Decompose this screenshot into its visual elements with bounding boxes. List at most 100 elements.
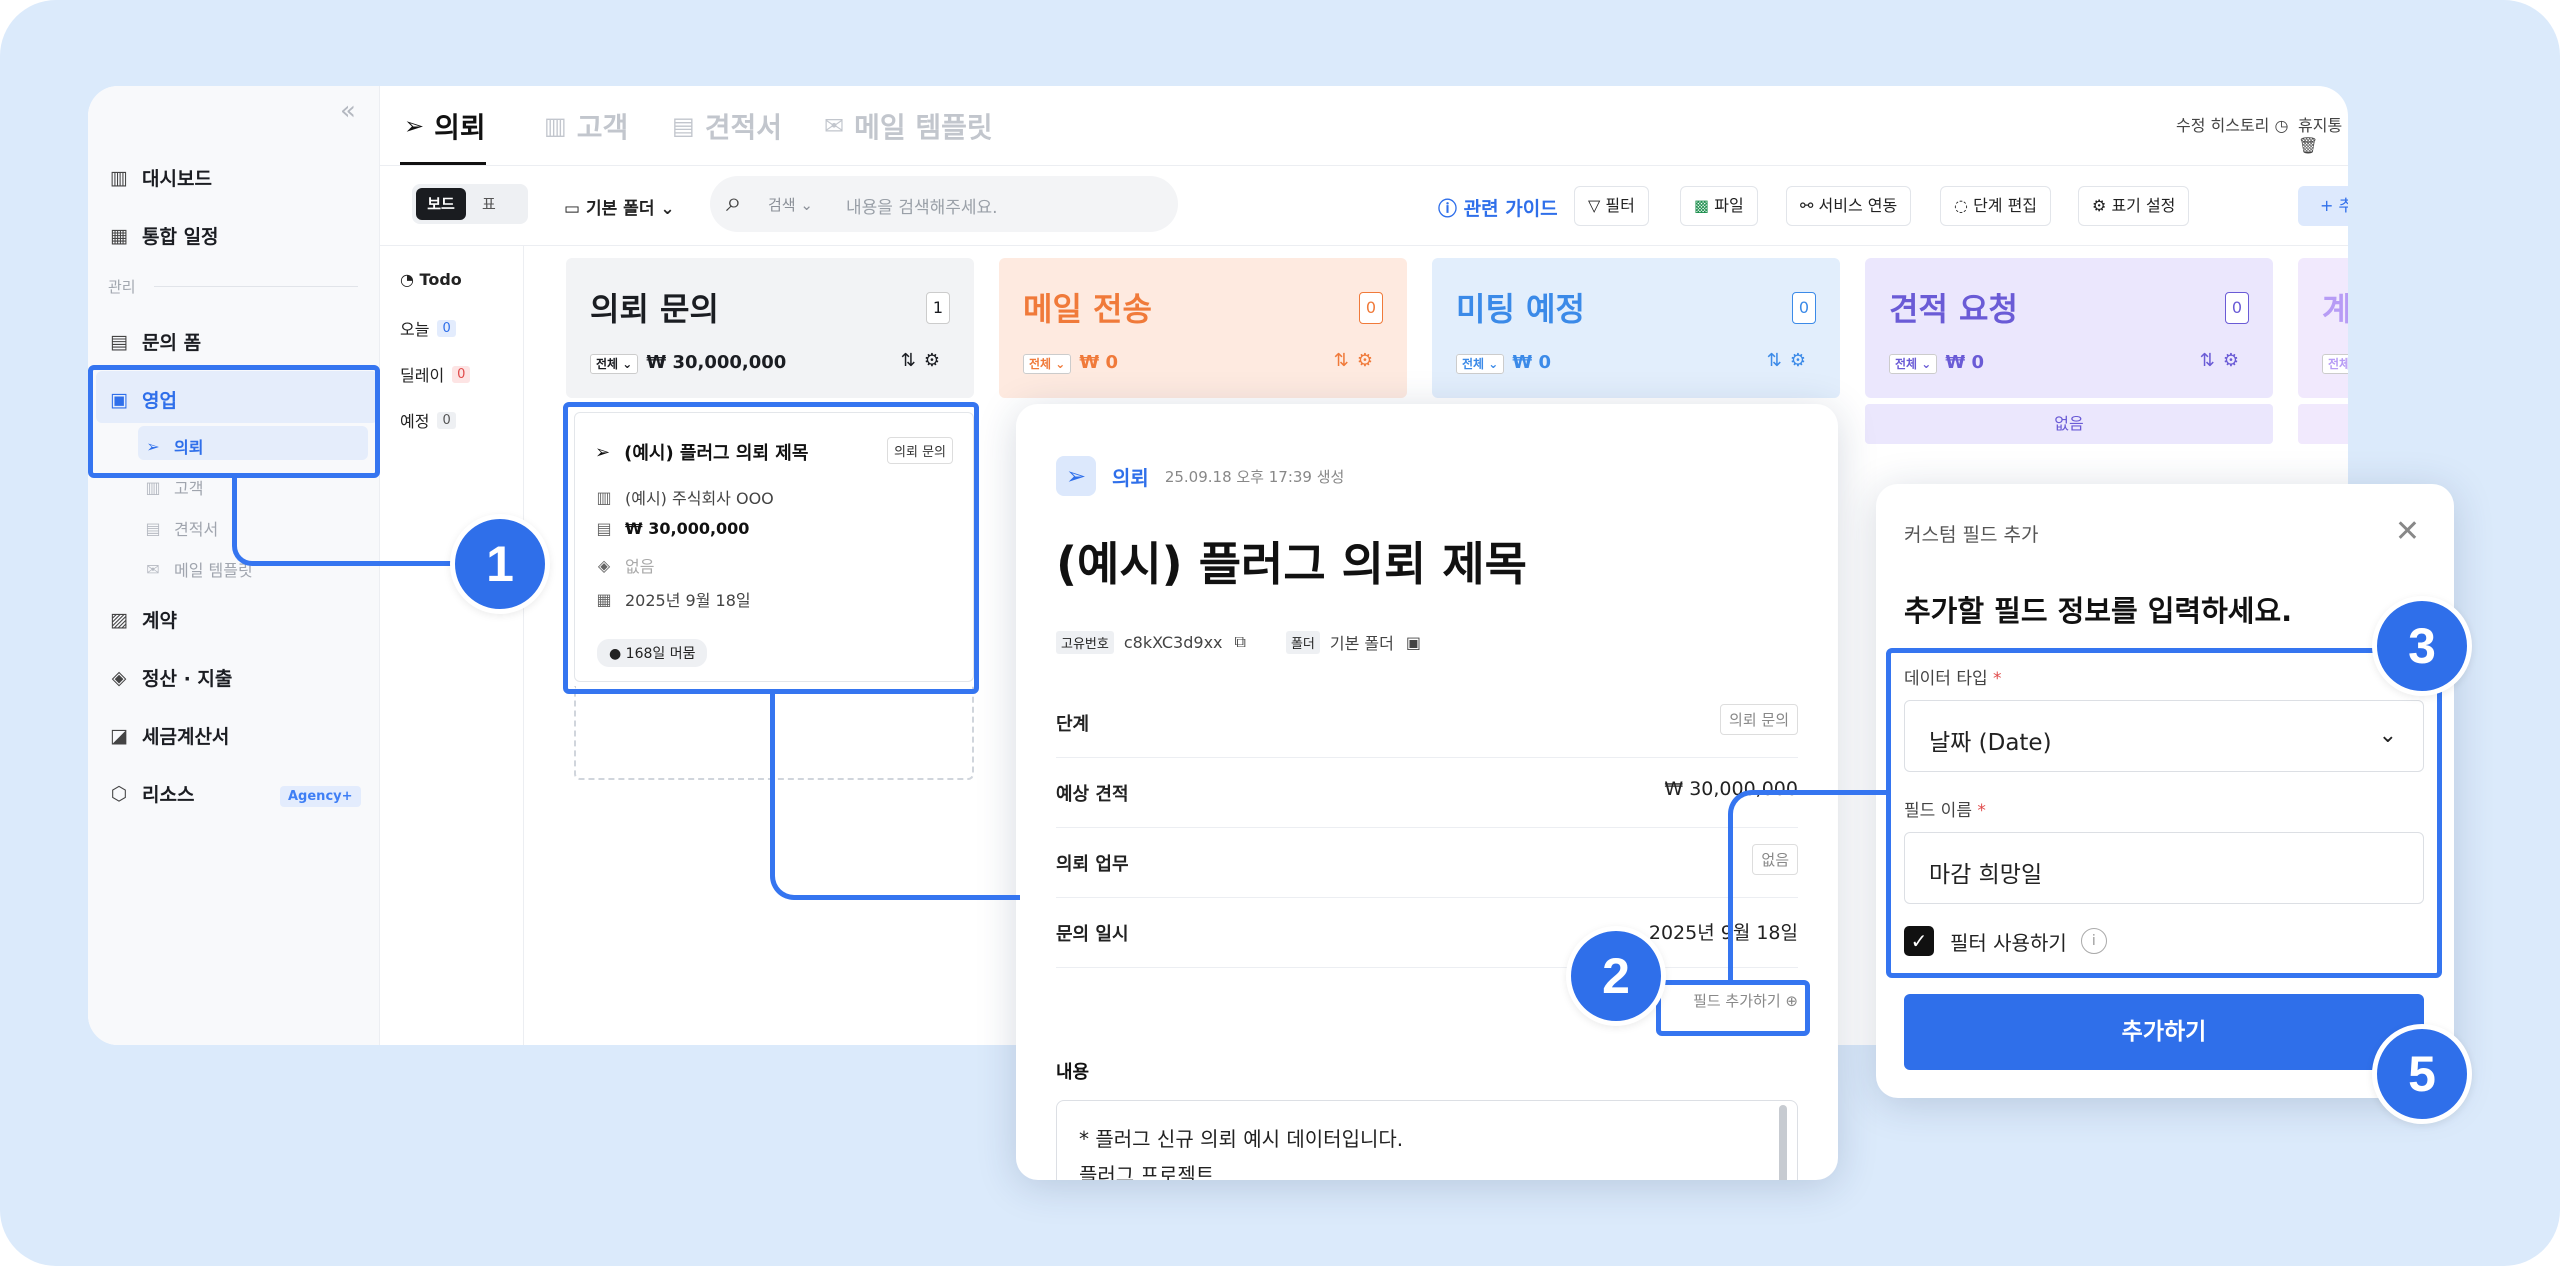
help-circle-icon: ⓘ [1438, 198, 1458, 220]
clock-icon: ◷ [2274, 116, 2289, 135]
add-button[interactable]: + 추가 [2298, 186, 2348, 226]
sort-icon: ⇅ [1333, 350, 1357, 371]
tab-label: 의뢰 [434, 111, 486, 144]
content-textarea[interactable]: * 플러그 신규 의뢰 예시 데이터입니다. 플러그 프로젝트 [1056, 1100, 1798, 1180]
todo-count-badge: 0 [437, 411, 456, 429]
building-icon: ▥ [544, 112, 567, 140]
column-amount: ₩ 0 [1945, 352, 1984, 373]
todo-title: ◔ Todo [400, 270, 462, 289]
column-filter-select[interactable]: 전체 ⌄ [1456, 354, 1505, 374]
gear-icon: ⚙ [1789, 350, 1814, 371]
search-scope-select[interactable]: 검색 ⌄ [768, 194, 813, 215]
edit-history-label: 수정 히스토리 [2176, 116, 2270, 135]
sidebar-subitem-estimate[interactable]: ▤ 견적서 [144, 516, 218, 540]
column-filter-label: 전체 [1029, 357, 1052, 371]
content-label: 내용 [1056, 1062, 1090, 1083]
todo-title-text: Todo [419, 270, 462, 289]
sidebar-item-schedule[interactable]: ▦ 통합 일정 [108, 222, 219, 249]
board-column-mail-sent: 메일 전송 0 전체 ⌄ ₩ 0 ⇅⚙ [999, 258, 1407, 398]
active-tab-underline [400, 162, 486, 165]
calculator-icon: ▤ [672, 112, 695, 140]
detail-row-estimate[interactable]: 예상 견적 ₩ 30,000,000 [1056, 758, 1798, 828]
todo-item-planned[interactable]: 예정 0 [400, 408, 456, 432]
service-integration-button[interactable]: ⚯ 서비스 연동 [1786, 186, 1912, 226]
modal-title: 커스텀 필드 추가 [1904, 524, 2039, 546]
sidebar-item-resource[interactable]: ⬡ 리소스 [108, 780, 195, 807]
filter-button[interactable]: ▽ 필터 [1574, 186, 1649, 226]
column-count: 0 [1792, 292, 1816, 324]
gear-icon: ⚙ [923, 350, 948, 371]
sidebar-item-inquiry-form[interactable]: ▤ 문의 폼 [108, 328, 201, 355]
empty-column-placeholder: 없음 [1865, 404, 2273, 444]
service-label: 서비스 연동 [1818, 196, 1898, 215]
sidebar-item-dashboard[interactable]: ▥ 대시보드 [108, 164, 212, 191]
column-tools[interactable]: ⇅⚙ [2200, 350, 2247, 371]
column-count: 0 [2225, 292, 2249, 324]
sidebar-item-settlement[interactable]: ◈ 정산 · 지출 [108, 664, 233, 691]
sidebar-item-label: 계약 [142, 610, 177, 632]
sidebar-subitem-customer[interactable]: ▥ 고객 [144, 475, 203, 499]
column-tools[interactable]: ⇅⚙ [1334, 350, 1381, 371]
detail-title: (예시) 플러그 의뢰 제목 [1056, 537, 1527, 591]
related-guide-link[interactable]: ⓘ 관련 가이드 [1438, 194, 1558, 221]
gear-icon: ⚙ [2222, 350, 2247, 371]
stage-edit-button[interactable]: ◌ 단계 편집 [1940, 186, 2052, 226]
detail-row-inquiry-date[interactable]: 문의 일시 2025년 9월 18일 [1056, 898, 1798, 968]
todo-icon: ◔ [400, 270, 414, 289]
chart-icon: ▥ [110, 166, 128, 189]
detail-row-task[interactable]: 의뢰 업무 없음 [1056, 828, 1798, 898]
send-icon: ➢ [404, 112, 425, 140]
tab-customer[interactable]: ▥ 고객 [544, 106, 628, 146]
column-filter-select[interactable]: 전체 ⌄ [1889, 354, 1938, 374]
collapse-sidebar-icon[interactable]: « [340, 96, 356, 126]
column-count: 0 [1359, 292, 1383, 324]
tab-mail-template[interactable]: ✉ 메일 템플릿 [824, 106, 993, 146]
board-column-inquiry: 의뢰 문의 1 전체 ⌄ ₩ 30,000,000 ⇅⚙ [566, 258, 974, 398]
sort-icon: ⇅ [1766, 350, 1790, 371]
sidebar-item-label: 통합 일정 [142, 226, 219, 248]
column-tools[interactable]: ⇅⚙ [901, 350, 948, 371]
column-amount-row: 전체 ⌄ ₩ 0 [1456, 352, 1551, 374]
sidebar-subitem-mail-template[interactable]: ✉ 메일 템플릿 [144, 557, 252, 581]
tab-request[interactable]: ➢ 의뢰 [404, 106, 486, 146]
search-input[interactable]: 내용을 검색해주세요. [846, 193, 998, 218]
column-filter-select[interactable]: 전체 ⌄ [590, 354, 639, 374]
sidebar-section-label: 관리 [108, 276, 358, 297]
table-view-button[interactable]: 표 [482, 188, 496, 220]
column-tools[interactable]: ⇅⚙ [1767, 350, 1814, 371]
connector-2-3 [1728, 790, 1886, 980]
todo-item-delay[interactable]: 딜레이 0 [400, 362, 471, 386]
content-line: * 플러그 신규 의뢰 예시 데이터입니다. [1079, 1127, 1404, 1151]
copy-icon[interactable]: ⧉ [1235, 632, 1246, 652]
tab-label: 견적서 [704, 111, 782, 144]
submit-add-button[interactable]: 추가하기 [1904, 994, 2424, 1070]
board-view-button[interactable]: 보드 [416, 188, 466, 220]
close-icon[interactable]: ✕ [2395, 514, 2420, 549]
folder-select[interactable]: ▭ 기본 폴더 ⌄ [564, 194, 675, 219]
sidebar-item-contract[interactable]: ▨ 계약 [108, 606, 177, 633]
column-amount: ₩ 0 [1079, 352, 1118, 373]
column-filter-label: 전체 [596, 357, 619, 371]
modal-heading: 추가할 필드 정보를 입력하세요. [1904, 594, 2293, 628]
column-filter-select[interactable]: 전체 [2322, 354, 2348, 374]
todo-item-today[interactable]: 오늘 0 [400, 316, 456, 340]
todo-label: 예정 [400, 412, 430, 431]
sidebar-subitem-label: 견적서 [174, 520, 219, 539]
file-button[interactable]: ▩ 파일 [1680, 186, 1758, 226]
excel-icon: ▩ [1694, 196, 1710, 215]
trash-button[interactable]: 휴지통 🗑 [2298, 112, 2348, 155]
sidebar-item-tax-invoice[interactable]: ◪ 세금계산서 [108, 722, 229, 749]
content-scrollbar[interactable] [1779, 1105, 1787, 1180]
sort-icon: ⇅ [900, 350, 924, 371]
display-settings-button[interactable]: ⚙ 표기 설정 [2078, 186, 2190, 226]
sidebar-item-label: 대시보드 [142, 168, 212, 190]
tab-estimate[interactable]: ▤ 견적서 [672, 106, 782, 146]
folder-open-icon[interactable]: ▣ [1406, 633, 1421, 652]
column-filter-label: 전체 [1462, 357, 1485, 371]
column-filter-select[interactable]: 전체 ⌄ [1023, 354, 1072, 374]
document-icon: ▤ [110, 330, 128, 353]
detail-row-stage[interactable]: 단계 의뢰 문의 [1056, 688, 1798, 758]
column-amount-row: 전체 [2322, 352, 2348, 374]
edit-history-button[interactable]: 수정 히스토리 ◷ [2176, 112, 2288, 136]
callout-2: 2 [1566, 926, 1666, 1026]
